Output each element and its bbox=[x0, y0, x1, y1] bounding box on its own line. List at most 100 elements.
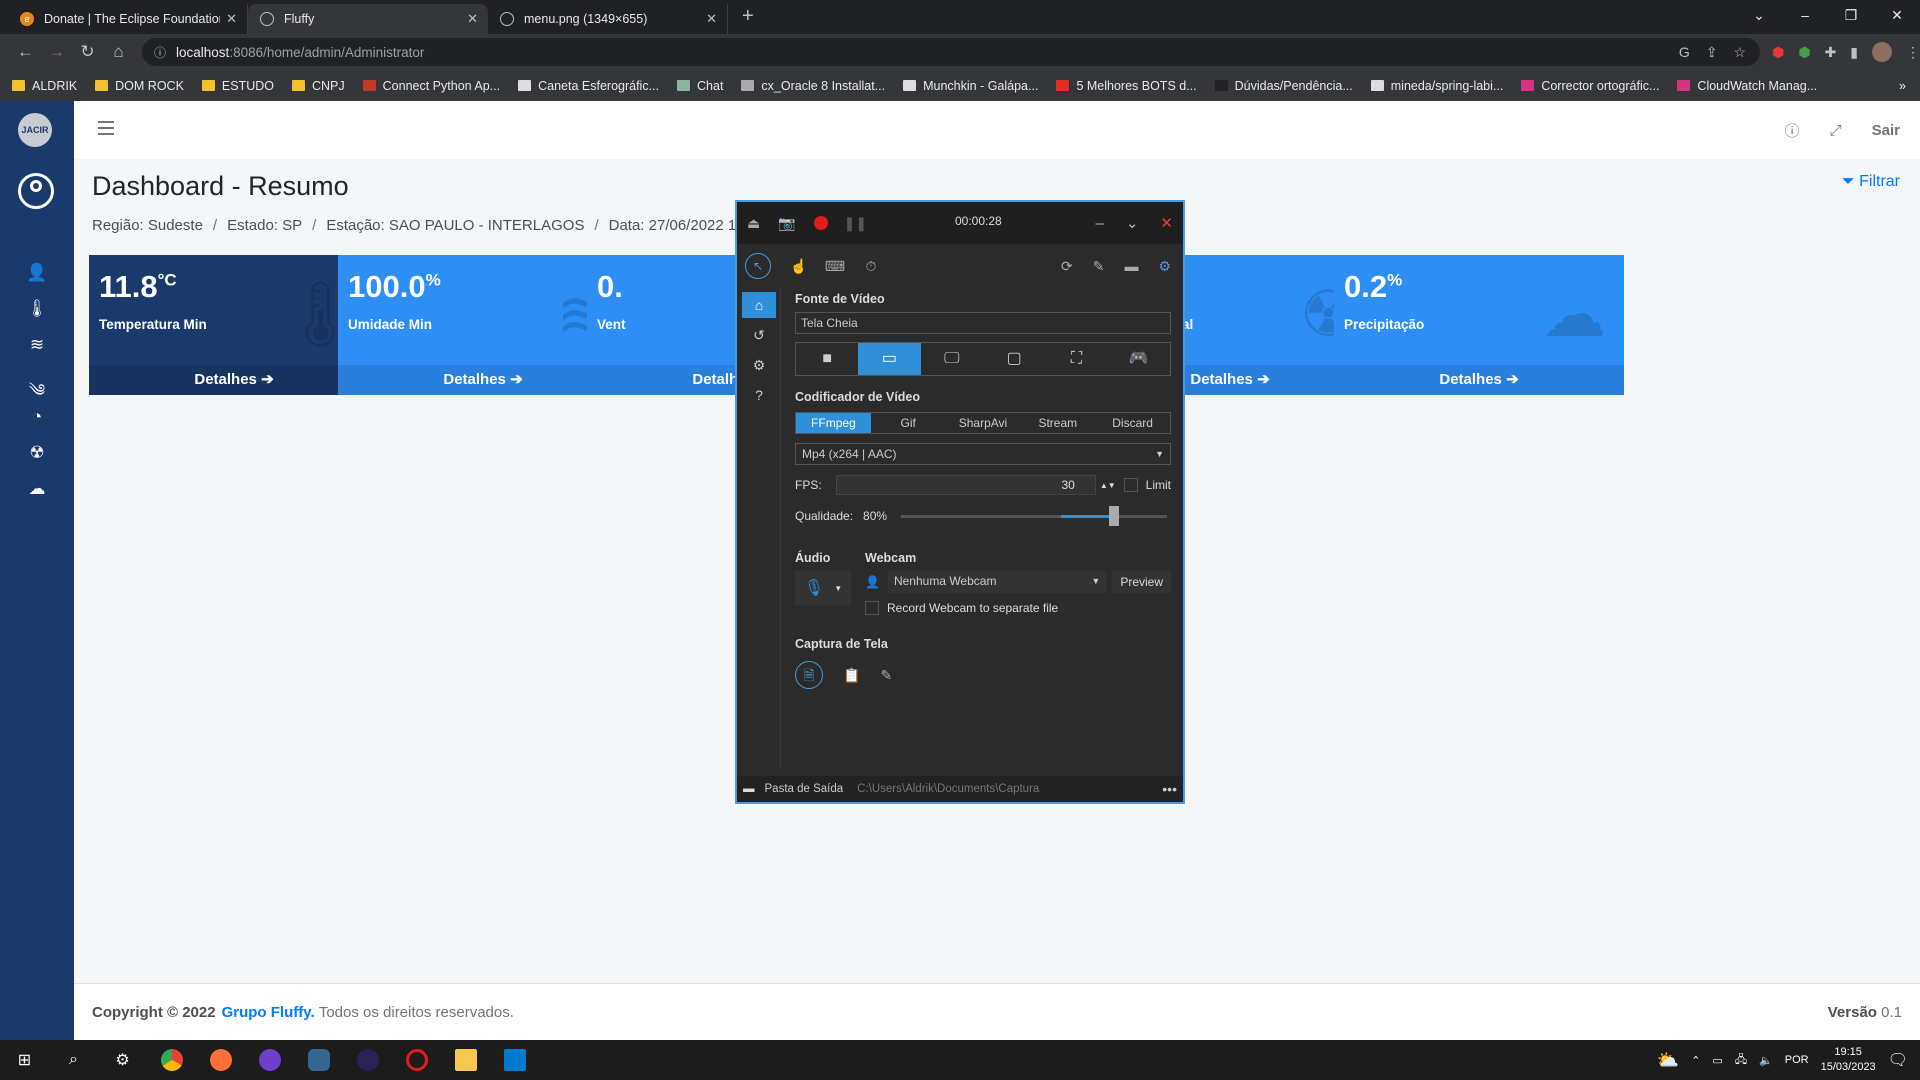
google-lens-icon[interactable]: G bbox=[1679, 44, 1690, 61]
window-icon[interactable]: ▢ bbox=[983, 343, 1045, 375]
side-panel-icon[interactable]: ▮ bbox=[1850, 44, 1858, 61]
sidebar-radiation-icon[interactable]: ☢ bbox=[22, 443, 52, 467]
hamburger-menu-icon[interactable] bbox=[98, 121, 114, 135]
output-path[interactable]: C:\Users\Aldrik\Documents\Captura bbox=[857, 783, 1039, 795]
screen-recorder-window[interactable]: ⏏ 📷 ❚❚ 00:00:28 – ⌄ ✕ ↖ ☝ ⌨ ⏱ ⟳ ✎ ▬ ⚙ ⌂ … bbox=[735, 200, 1185, 804]
card-details-link[interactable]: Detalhes ➔ bbox=[338, 365, 628, 395]
file-explorer-icon[interactable] bbox=[441, 1040, 490, 1080]
sidebar-user-icon[interactable]: 👤 bbox=[22, 263, 52, 287]
windows-start-icon[interactable]: ⊞ bbox=[0, 1040, 49, 1080]
gamepad-icon[interactable]: 🎮 bbox=[1108, 343, 1170, 375]
logout-button[interactable]: Sair bbox=[1872, 122, 1900, 139]
bookmark-item[interactable]: CloudWatch Manag... bbox=[1677, 79, 1817, 93]
address-bar[interactable]: ⓘ localhost:8086/home/admin/Administrato… bbox=[142, 38, 1761, 66]
folder-icon[interactable]: ▬ bbox=[743, 783, 755, 795]
notifications-icon[interactable]: 🗨 bbox=[1888, 1050, 1908, 1070]
language-indicator[interactable]: POR bbox=[1785, 1054, 1809, 1066]
clipboard-icon[interactable]: 📋 bbox=[843, 667, 860, 684]
taskbar-clock[interactable]: 19:15 15/03/2023 bbox=[1821, 1045, 1876, 1075]
record-button[interactable] bbox=[813, 216, 828, 230]
bookmark-item[interactable]: Chat bbox=[677, 79, 723, 93]
share-icon[interactable]: ⇪ bbox=[1706, 44, 1718, 61]
extension-green-icon[interactable]: ⬢ bbox=[1798, 44, 1810, 61]
close-icon[interactable]: ✕ bbox=[1160, 214, 1173, 232]
collapse-icon[interactable]: ⌄ bbox=[1126, 214, 1139, 232]
settings-icon[interactable]: ⚙ bbox=[742, 352, 776, 378]
sidebar-rain-icon[interactable]: ☁ bbox=[22, 479, 52, 503]
encoder-stream[interactable]: Stream bbox=[1020, 413, 1095, 433]
help-icon[interactable]: ? bbox=[742, 382, 776, 408]
bookmark-item[interactable]: Corrector ortográfic... bbox=[1521, 79, 1659, 93]
limit-checkbox[interactable] bbox=[1123, 478, 1138, 492]
eject-icon[interactable]: ⏏ bbox=[747, 215, 760, 232]
recorder-app-icon[interactable] bbox=[392, 1040, 441, 1080]
eclipse-icon[interactable] bbox=[343, 1040, 392, 1080]
bookmark-item[interactable]: CNPJ bbox=[292, 79, 345, 93]
filter-button[interactable]: ⏷ Filtrar bbox=[1842, 173, 1900, 191]
sidebar-water-icon[interactable]: ≋ bbox=[22, 335, 52, 359]
cursor-icon[interactable]: ↖ bbox=[745, 253, 771, 279]
bookmark-item[interactable]: Caneta Esferográfic... bbox=[518, 79, 659, 93]
brand-link[interactable]: Grupo Fluffy. bbox=[222, 1004, 315, 1021]
back-arrow-icon[interactable]: ← bbox=[10, 42, 41, 62]
bookmark-item[interactable]: ALDRIK bbox=[12, 79, 77, 93]
pause-icon[interactable]: ❚❚ bbox=[844, 215, 867, 232]
weather-cloud-icon[interactable]: ⛅ bbox=[1657, 1050, 1679, 1071]
extensions-puzzle-icon[interactable]: ✚ bbox=[1825, 44, 1837, 61]
refresh-icon[interactable]: ⟳ bbox=[1061, 258, 1073, 275]
fullscreen-icon[interactable]: ⤢ bbox=[1830, 122, 1842, 139]
more-options-icon[interactable]: ••• bbox=[1162, 781, 1177, 797]
tab-close-icon[interactable]: ✕ bbox=[226, 11, 237, 27]
tray-chevron-icon[interactable]: ⌃ bbox=[1691, 1054, 1700, 1067]
pencil-icon[interactable]: ✎ bbox=[1093, 258, 1105, 275]
file-save-icon[interactable]: 🗎 bbox=[795, 661, 823, 689]
minimize-icon[interactable]: – bbox=[1782, 0, 1828, 30]
forward-arrow-icon[interactable]: → bbox=[41, 42, 72, 62]
browser-tab[interactable]: menu.png (1349×655) ✕ bbox=[488, 4, 728, 34]
browser-menu-icon[interactable]: ⋮ bbox=[1906, 44, 1920, 61]
bookmark-item[interactable]: ESTUDO bbox=[201, 79, 274, 93]
card-details-link[interactable]: Detalhes ➔ bbox=[89, 365, 379, 395]
reload-icon[interactable]: ↻ bbox=[72, 42, 103, 62]
encoder-sharpavi[interactable]: SharpAvi bbox=[946, 413, 1021, 433]
bookmarks-overflow-icon[interactable]: » bbox=[1899, 79, 1906, 93]
webcam-dropdown[interactable]: Nenhuma Webcam ▼ bbox=[887, 571, 1107, 593]
encoder-ffmpeg[interactable]: FFmpeg bbox=[796, 413, 871, 433]
bookmark-item[interactable]: Connect Python Ap... bbox=[362, 79, 500, 93]
fps-input[interactable]: 30 bbox=[835, 475, 1096, 495]
video-camera-icon[interactable]: ■ bbox=[796, 343, 858, 375]
chrome-icon[interactable] bbox=[147, 1040, 196, 1080]
bookmark-star-icon[interactable]: ☆ bbox=[1734, 44, 1747, 61]
edit-pencil-icon[interactable]: ✎ bbox=[880, 667, 892, 684]
encoder-discard[interactable]: Discard bbox=[1095, 413, 1170, 433]
battery-icon[interactable]: ▭ bbox=[1712, 1054, 1722, 1067]
history-icon[interactable]: ↺ bbox=[742, 322, 776, 348]
monitor-icon[interactable]: 🖵 bbox=[921, 343, 983, 375]
audio-source-button[interactable]: 🎙 ▼ bbox=[795, 571, 851, 605]
settings-gear-icon[interactable]: ⚙ bbox=[1158, 258, 1171, 275]
bookmark-item[interactable]: mineda/spring-labi... bbox=[1370, 79, 1503, 93]
bookmark-item[interactable]: cx_Oracle 8 Installat... bbox=[741, 79, 885, 93]
user-avatar-icon[interactable] bbox=[18, 173, 54, 209]
browser-tab[interactable]: e Donate | The Eclipse Foundation ✕ bbox=[8, 4, 248, 34]
bookmark-item[interactable]: DOM ROCK bbox=[95, 79, 184, 93]
sidebar-wind-icon[interactable]: ༄ bbox=[22, 371, 52, 400]
bookmark-item[interactable]: Dúvidas/Pendência... bbox=[1214, 79, 1353, 93]
keyboard-icon[interactable]: ⌨ bbox=[817, 258, 853, 275]
search-icon[interactable]: ⌕ bbox=[49, 1040, 98, 1080]
settings-gear-icon[interactable]: ⚙ bbox=[98, 1040, 147, 1080]
new-tab-plus-icon[interactable]: + bbox=[742, 5, 754, 28]
firefox-icon[interactable] bbox=[196, 1040, 245, 1080]
vscode-icon[interactable] bbox=[490, 1040, 539, 1080]
close-window-icon[interactable]: ✕ bbox=[1874, 0, 1920, 30]
fullscreen-region-icon[interactable]: ⛶ bbox=[1045, 343, 1107, 375]
site-info-icon[interactable]: ⓘ bbox=[154, 44, 166, 61]
profile-avatar[interactable] bbox=[1872, 42, 1893, 62]
home-icon[interactable]: ⌂ bbox=[103, 42, 134, 62]
restore-icon[interactable]: ❐ bbox=[1828, 0, 1874, 30]
video-source-field[interactable]: Tela Cheia bbox=[795, 312, 1171, 334]
browser-tab-active[interactable]: Fluffy ✕ bbox=[248, 4, 488, 34]
webcam-preview-button[interactable]: Preview bbox=[1112, 571, 1171, 593]
network-icon[interactable]: 🖧 bbox=[1735, 1051, 1747, 1070]
screen-region-icon[interactable]: ▭ bbox=[858, 343, 921, 375]
